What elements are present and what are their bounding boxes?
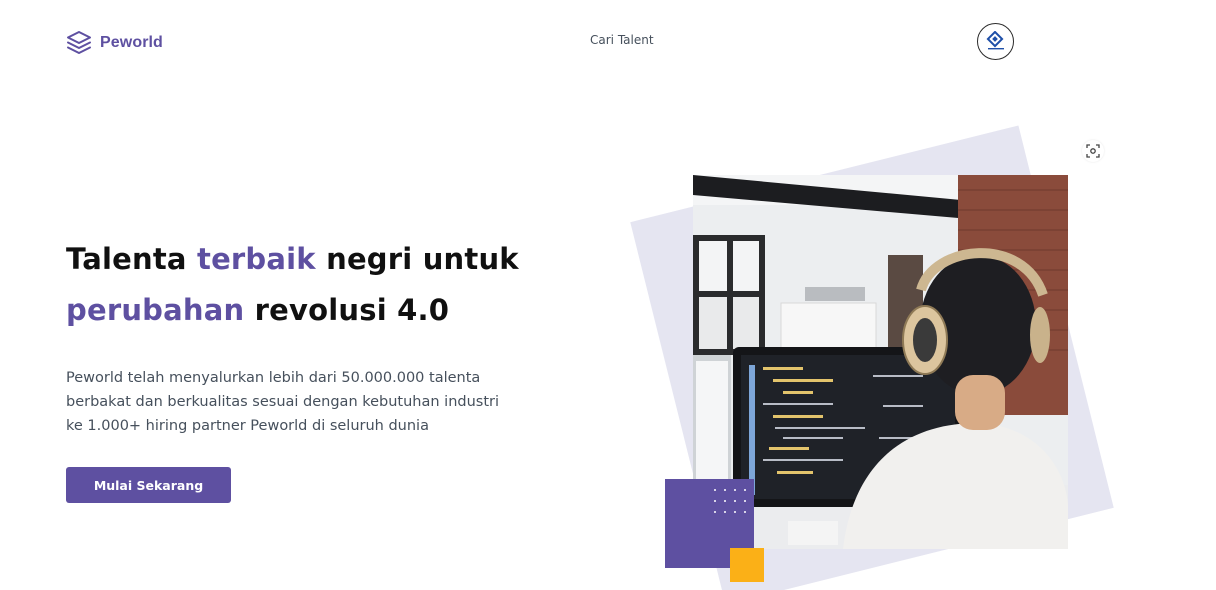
user-avatar[interactable] — [977, 23, 1014, 60]
brand-name: Peworld — [100, 34, 163, 51]
company-logo-icon — [986, 30, 1004, 49]
headline-accent-perubahan: perubahan — [66, 293, 245, 327]
stacked-layers-icon — [67, 31, 91, 54]
decor-dot-grid — [711, 486, 755, 524]
hero-headline: Talenta terbaik negri untuk perubahan re… — [66, 234, 526, 336]
scan-button[interactable] — [1082, 140, 1104, 162]
headline-accent-terbaik: terbaik — [197, 242, 316, 276]
mulai-sekarang-button[interactable]: Mulai Sekarang — [66, 467, 231, 503]
headline-part-1: Talenta — [66, 242, 197, 276]
hero-description: Peworld telah menyalurkan lebih dari 50.… — [66, 370, 500, 434]
nav-cari-talent-link[interactable]: Cari Talent — [590, 33, 654, 47]
scan-focus-icon — [1086, 144, 1100, 158]
decor-yellow-square — [730, 548, 764, 582]
headline-part-2: negri untuk — [315, 242, 519, 276]
brand-logo[interactable]: Peworld — [66, 30, 163, 56]
headline-part-3: revolusi 4.0 — [244, 293, 450, 327]
landing-page: Peworld Cari Talent Talenta terbaik negr… — [0, 0, 1216, 590]
